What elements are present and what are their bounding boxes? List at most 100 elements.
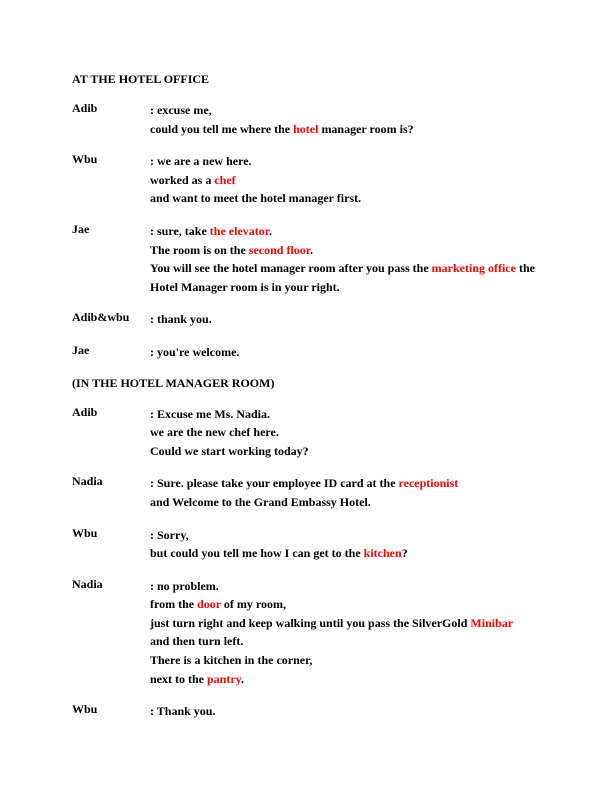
document-page: AT THE HOTEL OFFICE Adib: excuse me,coul… — [0, 0, 612, 721]
dialogue-entry: Adib: excuse me, could you tell me where … — [72, 101, 540, 138]
dialogue-line: : you're welcome. — [150, 343, 540, 362]
dialogue-line: You will see the hotel manager room afte… — [150, 259, 540, 278]
text-segment: Could we start working today? — [150, 444, 309, 458]
dialogue-line: but could you tell me how I can get to t… — [150, 544, 540, 563]
dialogue-line: : Sure. please take your employee ID car… — [150, 474, 540, 493]
text-segment: : Sorry, — [150, 528, 189, 542]
text-segment: . — [269, 224, 272, 238]
dialogue-entry: Wbu: Thank you. — [72, 702, 540, 721]
dialogue-entry: Jae: you're welcome. — [72, 343, 540, 362]
highlighted-term: pantry — [207, 672, 241, 686]
dialogue-line: : excuse me, — [150, 101, 540, 120]
text-segment: manager room is? — [318, 122, 413, 136]
dialogue-line: next to the pantry. — [150, 670, 540, 689]
speaker-name: Nadia — [72, 474, 150, 489]
highlighted-term: door — [197, 597, 221, 611]
dialogue-line: Could we start working today? — [150, 442, 540, 461]
text-segment: the — [516, 261, 535, 275]
dialogue-line: : thank you. — [150, 310, 540, 329]
speaker-name: Wbu — [72, 152, 150, 167]
dialogue-line: The room is on the second floor. — [150, 241, 540, 260]
text-segment: : you're welcome. — [150, 345, 239, 359]
dialogue-entry: Nadia: no problem. from the door of my ro… — [72, 577, 540, 689]
scene-heading-2: (IN THE HOTEL MANAGER ROOM) — [72, 376, 540, 391]
dialogue-line: and then turn left. — [150, 632, 540, 651]
dialogue-line: and Welcome to the Grand Embassy Hotel. — [150, 493, 540, 512]
text-segment: You will see the hotel manager room afte… — [150, 261, 432, 275]
text-segment: : no problem. — [150, 579, 219, 593]
text-segment: There is a kitchen in the corner, — [150, 653, 312, 667]
text-segment: from the — [150, 597, 197, 611]
dialogue-lines: : sure, take the elevator.The room is on… — [150, 222, 540, 296]
text-segment: but could you tell me how I can get to t… — [150, 546, 364, 560]
highlighted-term: Minibar — [470, 616, 513, 630]
dialogue-line: : Sorry, — [150, 526, 540, 545]
speaker-name: Adib — [72, 405, 150, 420]
text-segment: . — [310, 243, 313, 257]
text-segment: next to the — [150, 672, 207, 686]
dialogue-lines: : thank you. — [150, 310, 540, 329]
dialogue-line: from the door of my room, — [150, 595, 540, 614]
dialogue-line: worked as a chef — [150, 171, 540, 190]
text-segment: just turn right and keep walking until y… — [150, 616, 470, 630]
speaker-name: Wbu — [72, 526, 150, 541]
highlighted-term: the elevator — [210, 224, 269, 238]
text-segment: worked as a — [150, 173, 214, 187]
dialogue-line: : sure, take the elevator. — [150, 222, 540, 241]
speaker-name: Jae — [72, 343, 150, 358]
dialogue-line: we are the new chef here. — [150, 423, 540, 442]
highlighted-term: receptionist — [399, 476, 459, 490]
text-segment: : excuse me, — [150, 103, 212, 117]
speaker-name: Jae — [72, 222, 150, 237]
dialogue-line: : we are a new here. — [150, 152, 540, 171]
text-segment: : we are a new here. — [150, 154, 252, 168]
dialogue-lines: : Sorry, but could you tell me how I can … — [150, 526, 540, 563]
speaker-name: Wbu — [72, 702, 150, 717]
scene-heading-1: AT THE HOTEL OFFICE — [72, 72, 540, 87]
dialogue-lines: : Sure. please take your employee ID car… — [150, 474, 540, 511]
text-segment: The room is on the — [150, 243, 249, 257]
highlighted-term: hotel — [293, 122, 318, 136]
speaker-name: Nadia — [72, 577, 150, 592]
text-segment: : thank you. — [150, 312, 212, 326]
text-segment: and Welcome to the Grand Embassy Hotel. — [150, 495, 371, 509]
dialogue-lines: : Excuse me Ms. Nadia. we are the new che… — [150, 405, 540, 461]
dialogue-line: There is a kitchen in the corner, — [150, 651, 540, 670]
dialogue-line: : Excuse me Ms. Nadia. — [150, 405, 540, 424]
text-segment: could you tell me where the — [150, 122, 293, 136]
dialogue-lines: : we are a new here.worked as a chefand … — [150, 152, 540, 208]
dialogue-section-2: Adib: Excuse me Ms. Nadia. we are the new… — [72, 405, 540, 721]
dialogue-section-1: Adib: excuse me, could you tell me where … — [72, 101, 540, 362]
highlighted-term: chef — [214, 173, 235, 187]
dialogue-line: could you tell me where the hotel manage… — [150, 120, 540, 139]
text-segment: ? — [402, 546, 408, 560]
text-segment: . — [241, 672, 244, 686]
text-segment: : Thank you. — [150, 704, 215, 718]
text-segment: we are the new chef here. — [150, 425, 279, 439]
dialogue-lines: : you're welcome. — [150, 343, 540, 362]
highlighted-term: kitchen — [364, 546, 402, 560]
highlighted-term: marketing office — [432, 261, 516, 275]
text-segment: and want to meet the hotel manager first… — [150, 191, 361, 205]
dialogue-entry: Wbu: Sorry, but could you tell me how I c… — [72, 526, 540, 563]
dialogue-entry: Nadia: Sure. please take your employee I… — [72, 474, 540, 511]
text-segment: : Excuse me Ms. Nadia. — [150, 407, 270, 421]
dialogue-lines: : excuse me, could you tell me where the … — [150, 101, 540, 138]
highlighted-term: second floor — [249, 243, 310, 257]
speaker-name: Adib&wbu — [72, 310, 150, 325]
dialogue-line: : no problem. — [150, 577, 540, 596]
text-segment: : Sure. please take your employee ID car… — [150, 476, 399, 490]
text-segment: Hotel Manager room is in your right. — [150, 280, 340, 294]
text-segment: : sure, take — [150, 224, 210, 238]
dialogue-entry: Jae: sure, take the elevator.The room is… — [72, 222, 540, 296]
dialogue-line: and want to meet the hotel manager first… — [150, 189, 540, 208]
dialogue-entry: Adib&wbu: thank you. — [72, 310, 540, 329]
text-segment: of my room, — [221, 597, 286, 611]
speaker-name: Adib — [72, 101, 150, 116]
dialogue-line: : Thank you. — [150, 702, 540, 721]
text-segment: and then turn left. — [150, 634, 243, 648]
dialogue-lines: : Thank you. — [150, 702, 540, 721]
dialogue-entry: Adib: Excuse me Ms. Nadia. we are the new… — [72, 405, 540, 461]
dialogue-lines: : no problem. from the door of my room, ju… — [150, 577, 540, 689]
dialogue-entry: Wbu: we are a new here.worked as a chefa… — [72, 152, 540, 208]
